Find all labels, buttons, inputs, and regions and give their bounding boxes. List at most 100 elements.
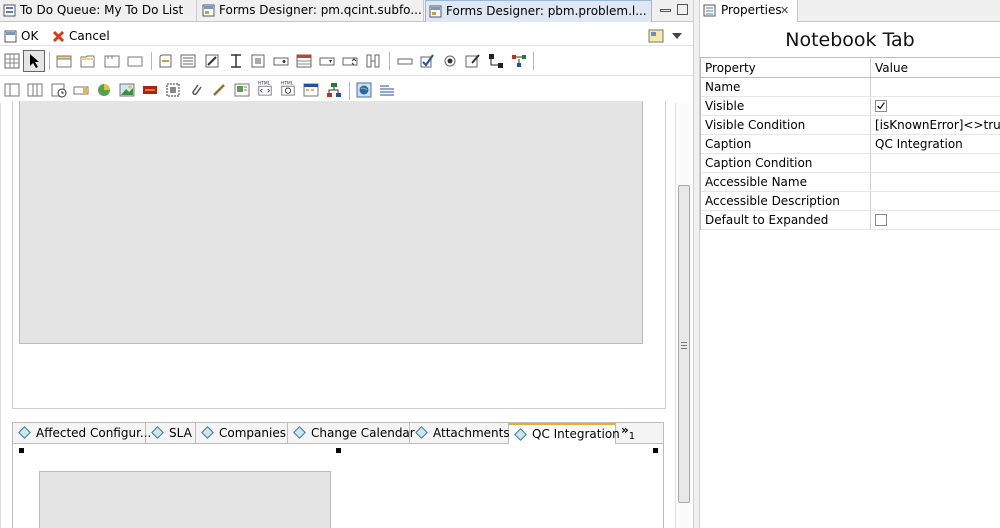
network-icon[interactable] xyxy=(511,53,527,69)
chart-icon[interactable] xyxy=(96,82,112,98)
tab-forms-designer-problem[interactable]: Forms Designer: pbm.problem.l... xyxy=(425,0,652,22)
dropdown-icon[interactable] xyxy=(319,53,335,69)
slider-icon[interactable] xyxy=(365,53,381,69)
notebook-tab-overflow[interactable]: »1 xyxy=(621,422,635,442)
table-row[interactable]: Caption QC Integration xyxy=(701,135,1000,154)
form-panel[interactable] xyxy=(19,101,643,344)
tab-label: To Do Queue: My To Do List xyxy=(20,3,184,17)
lines-icon[interactable] xyxy=(379,82,395,98)
minimize-icon[interactable] xyxy=(660,9,671,12)
scrollbar-thumb[interactable] xyxy=(678,185,690,503)
table-row[interactable]: Caption Condition xyxy=(701,154,1000,173)
tab-properties[interactable]: Properties ✕ xyxy=(700,0,798,22)
pane-splitter[interactable] xyxy=(693,0,700,528)
globe-icon[interactable] xyxy=(356,82,372,98)
property-name: Name xyxy=(701,78,871,96)
calendar-icon[interactable] xyxy=(303,82,319,98)
link-icon[interactable] xyxy=(211,82,227,98)
table-icon[interactable] xyxy=(296,53,312,69)
panel-icon[interactable] xyxy=(104,53,120,69)
edit-icon[interactable] xyxy=(465,53,481,69)
date-icon[interactable] xyxy=(51,82,67,98)
property-value[interactable]: [isKnownError]<>true xyxy=(871,116,1000,134)
notebook-tab-qc-integration[interactable]: QC Integration xyxy=(509,423,620,444)
selection-handle[interactable] xyxy=(653,448,658,453)
toolbar-separator xyxy=(349,82,350,100)
column-header-property[interactable]: Property xyxy=(701,58,871,77)
section-icon[interactable] xyxy=(56,53,72,69)
ok-label: OK xyxy=(21,29,39,43)
label-field-icon[interactable] xyxy=(397,53,413,69)
list-icon[interactable] xyxy=(180,53,196,69)
script-icon[interactable] xyxy=(204,53,220,69)
tree-icon[interactable] xyxy=(488,53,504,69)
label-icon[interactable] xyxy=(142,82,158,98)
view-menu-icon[interactable] xyxy=(671,31,683,41)
textfield-icon[interactable] xyxy=(228,53,244,69)
property-value[interactable] xyxy=(871,154,1000,172)
notebook-tab-affected[interactable]: Affected Configur... xyxy=(13,423,151,443)
property-value[interactable] xyxy=(871,192,1000,210)
report-icon[interactable] xyxy=(234,82,250,98)
table-row[interactable]: Accessible Name xyxy=(701,173,1000,192)
folder-icon[interactable] xyxy=(80,53,96,69)
table-row[interactable]: Accessible Description xyxy=(701,192,1000,211)
columns-icon[interactable] xyxy=(27,82,43,98)
image-field-icon[interactable] xyxy=(73,82,89,98)
radio-icon[interactable] xyxy=(442,53,458,69)
maximize-icon[interactable] xyxy=(677,4,688,15)
ok-button[interactable]: OK xyxy=(2,26,38,46)
checkbox-unchecked-icon[interactable] xyxy=(875,214,887,226)
property-value[interactable]: QC Integration xyxy=(871,135,1000,153)
box-icon[interactable] xyxy=(127,53,143,69)
tab-todo-queue[interactable]: To Do Queue: My To Do List xyxy=(0,0,197,22)
group-icon[interactable] xyxy=(158,53,174,69)
notebook-tab-icon xyxy=(201,426,214,439)
cancel-button[interactable]: Cancel xyxy=(50,26,110,46)
checkbox-checked-icon[interactable] xyxy=(875,100,887,112)
field-icon[interactable] xyxy=(250,53,266,69)
table-row[interactable]: Visible Condition [isKnownError]<>true xyxy=(701,116,1000,135)
column-header-value[interactable]: Value xyxy=(871,58,1000,77)
vertical-scrollbar[interactable] xyxy=(675,103,691,528)
table-row[interactable]: Name xyxy=(701,78,1000,97)
spinner-icon[interactable] xyxy=(342,53,358,69)
property-value[interactable] xyxy=(871,78,1000,96)
property-value[interactable] xyxy=(871,97,1000,115)
svg-text:HTML: HTML xyxy=(281,80,294,86)
form-icon xyxy=(4,30,17,43)
layout-icon[interactable] xyxy=(648,28,664,44)
attach-icon[interactable] xyxy=(188,82,204,98)
html-preview-icon[interactable]: HTML xyxy=(280,80,296,96)
pointer-button[interactable] xyxy=(23,50,45,72)
select-icon[interactable] xyxy=(165,82,181,98)
button-icon[interactable] xyxy=(273,53,289,69)
notebook-tab-change-calendar[interactable]: Change Calendar xyxy=(288,423,415,443)
selection-handle[interactable] xyxy=(336,448,341,453)
table-row[interactable]: Visible xyxy=(701,97,1000,116)
selection-handle[interactable] xyxy=(19,448,24,453)
notebook-tab-attachments[interactable]: Attachments xyxy=(410,423,510,443)
properties-table: Property Value Name Visible Visible Condit… xyxy=(700,57,1000,230)
notebook-tab-companies[interactable]: Companies xyxy=(196,423,288,443)
html-icon[interactable]: HTML xyxy=(257,80,273,96)
notebook-tab-icon xyxy=(415,426,428,439)
checkbox-icon[interactable] xyxy=(419,53,435,69)
grid-icon[interactable] xyxy=(4,53,20,69)
notebook-tab-icon xyxy=(18,426,31,439)
table-row[interactable]: Default to Expanded xyxy=(701,211,1000,230)
org-icon[interactable] xyxy=(326,82,342,98)
picture-icon[interactable] xyxy=(119,82,135,98)
notebook-tab-sla[interactable]: SLA xyxy=(146,423,196,443)
subform-panel[interactable] xyxy=(39,471,331,528)
grip-line xyxy=(681,342,687,343)
column-icon[interactable] xyxy=(4,82,20,98)
property-value[interactable] xyxy=(871,173,1000,191)
queue-icon xyxy=(3,4,16,17)
properties-rows: Name Visible Visible Condition [isKnownErro… xyxy=(701,78,1000,230)
close-icon[interactable]: ✕ xyxy=(780,0,789,21)
notebook-tab-label: SLA xyxy=(169,426,192,440)
property-name: Accessible Name xyxy=(701,173,871,191)
property-value[interactable] xyxy=(871,211,1000,229)
tab-forms-designer-subform[interactable]: Forms Designer: pm.qcint.subfo... xyxy=(199,0,424,22)
